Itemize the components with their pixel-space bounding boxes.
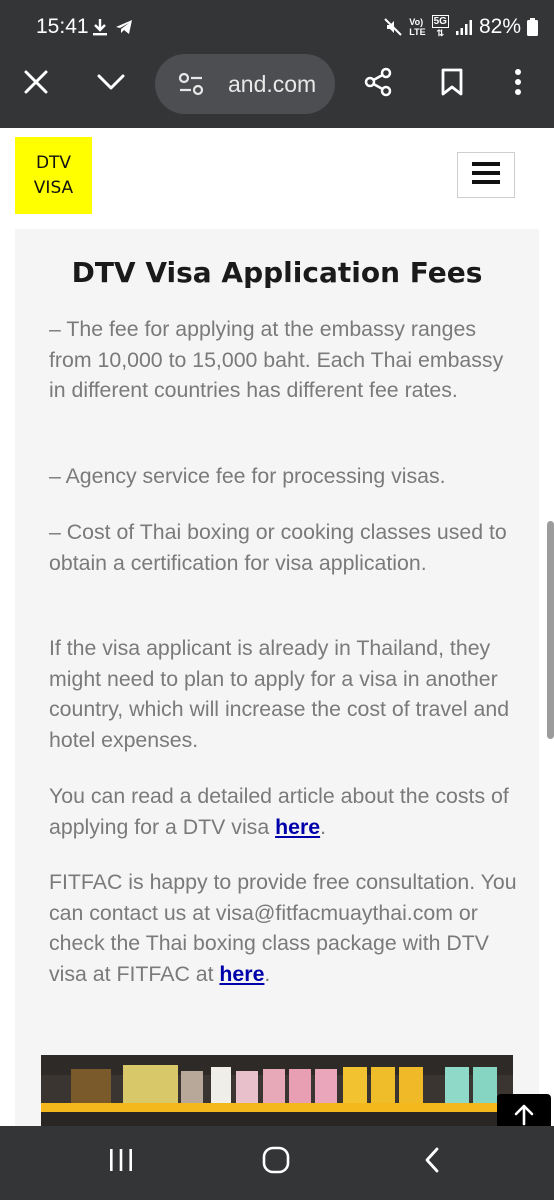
volte-label: Vo) LTE [409, 17, 426, 37]
logo-line2: VISA [33, 177, 74, 198]
paragraph-6-text: FITFAC is happy to provide free consulta… [49, 870, 517, 986]
mute-icon [383, 17, 403, 37]
telegram-icon [114, 17, 134, 42]
hamburger-icon [472, 161, 500, 189]
share-icon [363, 67, 393, 102]
menu-button[interactable] [457, 152, 515, 198]
page-scrollbar[interactable] [547, 521, 554, 739]
close-tab-button[interactable] [10, 58, 62, 110]
more-options-button[interactable] [492, 58, 544, 110]
status-bar: 15:41 Vo) LTE 5G ⇅ 82% [0, 0, 554, 56]
site-logo[interactable]: DTV VISA [15, 137, 92, 214]
article-title: DTV Visa Application Fees [71, 256, 483, 289]
home-button[interactable] [246, 1136, 306, 1188]
more-icon [514, 68, 522, 101]
article-paragraph-5: You can read a detailed article about th… [49, 781, 519, 842]
back-button[interactable] [402, 1136, 462, 1188]
article-paragraph-3: – Cost of Thai boxing or cooking classes… [49, 520, 507, 575]
status-notification-icons [92, 17, 134, 42]
logo-line1: DTV [35, 152, 72, 173]
download-icon [92, 17, 108, 42]
5g-label: 5G ⇅ [431, 15, 449, 38]
battery-icon [527, 18, 538, 36]
home-icon [262, 1146, 290, 1179]
scroll-to-top-button[interactable] [497, 1094, 551, 1130]
recents-button[interactable] [91, 1136, 151, 1188]
article-paragraph-2: – Agency service fee for processing visa… [49, 464, 446, 488]
bookmark-icon [440, 68, 464, 101]
chevron-down-icon [96, 72, 126, 97]
minimize-button[interactable] [85, 58, 137, 110]
signal-icon [455, 18, 473, 36]
site-settings-icon[interactable] [177, 72, 205, 101]
package-link-here[interactable]: here [219, 962, 264, 986]
article-link-here[interactable]: here [275, 815, 320, 839]
share-button[interactable] [352, 58, 404, 110]
status-time: 15:41 [36, 15, 89, 38]
article-paragraph-1: – The fee for applying at the embassy ra… [49, 317, 504, 403]
paragraph-6-end: . [264, 961, 271, 986]
article-paragraph-4: If the visa applicant is already in Thai… [49, 636, 510, 752]
recents-icon [108, 1148, 134, 1177]
close-icon [23, 69, 49, 100]
article-paragraph-6: FITFAC is happy to provide free consulta… [49, 867, 519, 989]
bookmark-button[interactable] [426, 58, 478, 110]
gym-shelf-image [41, 1055, 513, 1129]
back-icon [423, 1146, 441, 1179]
battery-percent: 82% [478, 15, 521, 38]
status-system-icons: Vo) LTE 5G ⇅ 82% [383, 15, 538, 39]
url-text[interactable]: and.com [228, 71, 316, 98]
paragraph-5-end: . [320, 814, 327, 839]
